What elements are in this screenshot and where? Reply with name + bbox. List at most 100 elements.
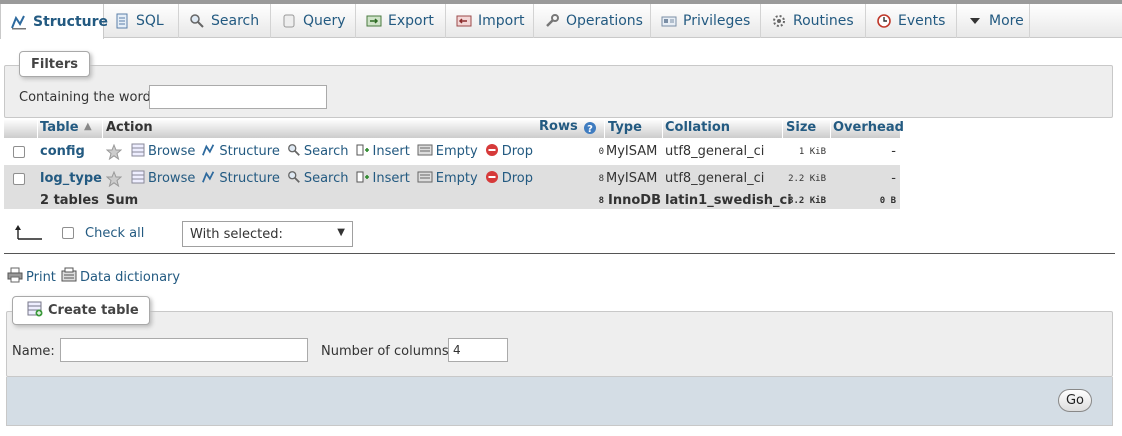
drop-action[interactable]: Drop [485, 170, 533, 188]
data-dictionary-icon [61, 267, 77, 287]
filter-input[interactable] [149, 85, 327, 109]
tab-label: Routines [793, 13, 854, 29]
engine-type: MyISAM [606, 144, 658, 159]
data-dictionary-link[interactable]: Data dictionary [61, 267, 180, 287]
clock-icon [876, 13, 892, 29]
tab-routines[interactable]: Routines [761, 4, 866, 38]
tab-sql[interactable]: SQL [104, 4, 179, 38]
tab-label: Events [898, 13, 946, 29]
filter-label: Containing the word: [19, 90, 156, 105]
header-collation[interactable]: Collation [665, 120, 730, 135]
header-size[interactable]: Size [786, 120, 816, 135]
summary-size: 3.2 KiB [788, 195, 826, 206]
filters-legend-label: Filters [31, 56, 78, 72]
search-icon [287, 143, 301, 161]
insert-action[interactable]: Insert [356, 143, 410, 161]
name-label: Name: [12, 344, 55, 359]
tab-events[interactable]: Events [866, 4, 957, 38]
row-actions: Browse Structure Search Insert Empty Dro… [106, 138, 540, 165]
insert-label: Insert [372, 171, 410, 186]
tab-query[interactable]: Query [271, 4, 356, 38]
divider [4, 253, 1115, 254]
printer-icon [7, 267, 23, 287]
search-icon [287, 170, 301, 188]
header-rows[interactable]: Rows [539, 119, 578, 134]
export-icon [366, 13, 382, 29]
structure-label: Structure [219, 144, 280, 159]
wrench-icon [544, 13, 560, 29]
header-type[interactable]: Type [608, 120, 642, 135]
browse-label: Browse [148, 144, 196, 159]
table-name-link[interactable]: config [40, 144, 85, 159]
summary-type: InnoDB [608, 193, 661, 208]
empty-icon [417, 170, 433, 188]
table-row: log_type Browse Structure Search Insert … [4, 165, 900, 192]
query-icon [281, 13, 297, 29]
size: 2.2 KiB [788, 173, 826, 184]
drop-action[interactable]: Drop [485, 143, 533, 161]
rows-count: 8 [598, 173, 604, 184]
header-action: Action [106, 120, 153, 135]
tab-privileges[interactable]: Privileges [651, 4, 761, 38]
columns-input[interactable]: 4 [448, 338, 508, 362]
insert-icon [356, 143, 370, 161]
structure-action[interactable]: Structure [202, 170, 280, 188]
print-link[interactable]: Print [7, 267, 56, 287]
empty-action[interactable]: Empty [417, 170, 478, 188]
tab-operations[interactable]: Operations [534, 4, 651, 38]
create-table-legend-label: Create table [48, 303, 139, 318]
arrow-up-left-icon [14, 224, 44, 246]
overhead: - [891, 144, 896, 159]
structure-icon [202, 170, 216, 188]
favorite-button[interactable] [106, 170, 122, 187]
header-table[interactable]: Table [40, 120, 79, 135]
data-dictionary-label: Data dictionary [80, 269, 181, 285]
tab-label: Operations [566, 13, 643, 29]
overhead: - [891, 171, 896, 186]
help-icon[interactable]: ? [583, 121, 597, 139]
table-name-input[interactable] [60, 338, 308, 362]
sql-icon [114, 13, 130, 29]
tab-structure[interactable]: Structure [0, 4, 108, 39]
summary-overhead: 0 B [879, 195, 896, 206]
check-all-checkbox[interactable] [62, 227, 74, 239]
collation: utf8_general_ci [665, 144, 765, 159]
star-icon [106, 143, 122, 160]
browse-action[interactable]: Browse [131, 143, 195, 161]
tab-label: Import [478, 13, 525, 29]
row-checkbox[interactable] [13, 172, 25, 185]
insert-action[interactable]: Insert [356, 170, 410, 188]
drop-label: Drop [501, 171, 533, 186]
tab-import[interactable]: Import [446, 4, 534, 38]
tab-label: Search [211, 13, 260, 29]
go-button[interactable]: Go [1058, 389, 1092, 412]
summary-collation: latin1_swedish_ci [665, 193, 792, 208]
check-all-label[interactable]: Check all [85, 226, 144, 241]
structure-action[interactable]: Structure [202, 143, 280, 161]
chevron-down-icon: ▼ [337, 227, 345, 238]
search-label: Search [303, 171, 349, 186]
header-overhead[interactable]: Overhead [833, 120, 904, 135]
table-name-link[interactable]: log_type [40, 171, 102, 186]
browse-icon [131, 143, 145, 161]
search-action[interactable]: Search [287, 170, 349, 188]
search-label: Search [303, 144, 349, 159]
create-table-footer [6, 377, 1113, 426]
with-selected-dropdown[interactable]: With selected: ▼ [182, 221, 353, 247]
search-action[interactable]: Search [287, 143, 349, 161]
drop-icon [485, 170, 499, 188]
sort-asc-icon: ▲ [84, 121, 92, 132]
with-selected-value: With selected: [190, 226, 283, 242]
row-checkbox[interactable] [13, 145, 25, 158]
drop-icon [485, 143, 499, 161]
tab-search[interactable]: Search [179, 4, 271, 38]
browse-action[interactable]: Browse [131, 170, 195, 188]
empty-action[interactable]: Empty [417, 143, 478, 161]
tab-export[interactable]: Export [356, 4, 446, 38]
favorite-button[interactable] [106, 143, 122, 160]
rows-count: 0 [598, 146, 604, 157]
tab-label: SQL [136, 13, 164, 29]
table-header: Table ▲ Action Rows ? Type Collation Siz… [4, 119, 904, 139]
tab-more[interactable]: More [957, 4, 1030, 38]
tab-label: More [989, 13, 1024, 29]
